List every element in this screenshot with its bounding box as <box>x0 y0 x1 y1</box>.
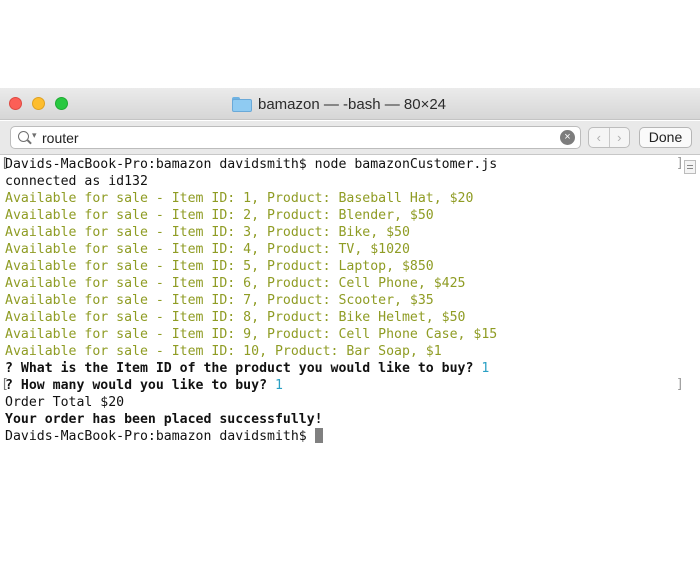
zoom-window-button[interactable] <box>55 97 68 110</box>
terminal-item-line: Available for sale - Item ID: 9, Product… <box>5 327 498 342</box>
question-quantity: ? How many would you like to buy? <box>5 378 268 393</box>
question-item-id: ? What is the Item ID of the product you… <box>5 361 474 376</box>
find-previous-button[interactable]: ‹ <box>589 128 609 147</box>
minimize-window-button[interactable] <box>32 97 45 110</box>
find-field[interactable]: ▾ × <box>10 126 581 149</box>
find-navigation: ‹ › <box>588 127 630 148</box>
clear-search-button[interactable]: × <box>560 130 575 145</box>
terminal-connected-line: connected as id132 <box>5 174 148 189</box>
find-bar: ▾ × ‹ › Done <box>0 121 700 155</box>
terminal-item-line: Available for sale - Item ID: 2, Product… <box>5 208 434 223</box>
line-mark-bracket-right: ] <box>676 377 684 392</box>
split-pane-handle[interactable] <box>684 160 696 174</box>
terminal-item-line: Available for sale - Item ID: 7, Product… <box>5 293 434 308</box>
terminal-item-line: Available for sale - Item ID: 5, Product… <box>5 259 434 274</box>
chevron-down-icon[interactable]: ▾ <box>32 130 37 141</box>
find-next-button[interactable]: › <box>608 128 630 147</box>
line-mark-bracket-right: ] <box>676 156 684 171</box>
answer-quantity: 1 <box>274 378 283 393</box>
search-icon[interactable] <box>18 131 29 142</box>
terminal-success-line: Your order has been placed successfully! <box>5 412 323 427</box>
find-input[interactable] <box>42 129 552 147</box>
window-title: bamazon — -bash — 80×24 <box>232 94 446 114</box>
terminal-item-line: Available for sale - Item ID: 4, Product… <box>5 242 410 257</box>
answer-item-id: 1 <box>481 361 490 376</box>
terminal-item-line: Available for sale - Item ID: 3, Product… <box>5 225 410 240</box>
terminal-item-line: Available for sale - Item ID: 6, Product… <box>5 276 466 291</box>
terminal-item-line: Available for sale - Item ID: 1, Product… <box>5 191 474 206</box>
terminal-window: bamazon — -bash — 80×24 ▾ × ‹ › Done [ D… <box>0 88 700 502</box>
done-button[interactable]: Done <box>639 127 692 148</box>
terminal-item-line: Available for sale - Item ID: 8, Product… <box>5 310 466 325</box>
terminal-final-prompt-line: Davids-MacBook-Pro:bamazon davidsmith$ <box>5 428 323 445</box>
terminal-question-line: ? What is the Item ID of the product you… <box>5 360 489 377</box>
title-bar[interactable]: bamazon — -bash — 80×24 <box>0 88 700 120</box>
terminal-item-line: Available for sale - Item ID: 10, Produc… <box>5 344 442 359</box>
text-cursor <box>314 428 323 443</box>
terminal-command-line: Davids-MacBook-Pro:bamazon davidsmith$ n… <box>5 157 498 172</box>
window-title-text: bamazon — -bash — 80×24 <box>258 95 447 113</box>
close-window-button[interactable] <box>9 97 22 110</box>
terminal-output[interactable]: [ Davids-MacBook-Pro:bamazon davidsmith$… <box>0 156 700 502</box>
folder-icon <box>232 96 252 112</box>
terminal-question-line: ? How many would you like to buy? 1 <box>5 377 283 394</box>
terminal-order-total-line: Order Total $20 <box>5 395 125 410</box>
final-prompt: Davids-MacBook-Pro:bamazon davidsmith$ <box>5 429 307 444</box>
